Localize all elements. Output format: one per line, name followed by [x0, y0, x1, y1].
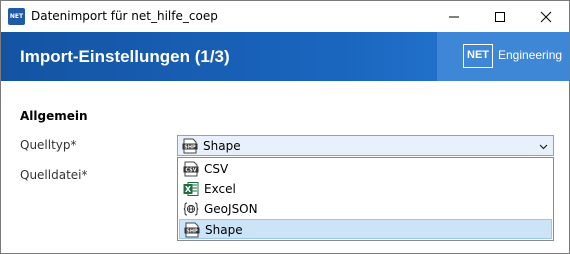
geojson-icon — [183, 202, 199, 216]
option-label: Shape — [205, 223, 243, 237]
title-bar[interactable]: NET Datenimport für net_hilfe_coep — [1, 1, 569, 32]
chevron-down-icon — [539, 144, 548, 150]
option-label: GeoJSON — [204, 202, 258, 216]
option-shape[interactable]: SHP Shape — [179, 219, 552, 239]
option-csv[interactable]: CSV CSV — [179, 159, 552, 179]
csv-file-icon: CSV — [183, 161, 199, 177]
window-title: Datenimport für net_hilfe_coep — [31, 9, 218, 23]
source-type-selected-value: Shape — [203, 139, 241, 153]
close-icon — [540, 11, 552, 23]
maximize-button[interactable] — [477, 1, 523, 32]
brand-logo-box: NET — [463, 44, 493, 68]
option-label: CSV — [204, 162, 229, 176]
minimize-button[interactable] — [431, 1, 477, 32]
svg-text:X: X — [185, 185, 192, 194]
option-label: Excel — [204, 182, 236, 196]
header-banner: Import-Einstellungen (1/3) NET Engineeri… — [1, 32, 569, 81]
svg-text:CSV: CSV — [185, 167, 196, 173]
app-logo-icon: NET — [8, 8, 25, 25]
option-excel[interactable]: X Excel — [179, 179, 552, 199]
import-dialog-window: NET Datenimport für net_hilfe_coep Impor… — [0, 0, 570, 254]
source-type-dropdown-list: CSV CSV X Excel GeoJSON SHP Shape — [177, 157, 554, 241]
excel-icon: X — [183, 182, 199, 196]
option-geojson[interactable]: GeoJSON — [179, 199, 552, 219]
svg-text:SHP: SHP — [184, 144, 196, 150]
svg-text:SHP: SHP — [186, 228, 198, 234]
minimize-icon — [449, 16, 459, 18]
close-button[interactable] — [523, 1, 569, 32]
source-file-label: Quelldatei* — [20, 168, 88, 182]
source-type-label: Quelltyp* — [20, 138, 77, 152]
section-title: Allgemein — [20, 109, 88, 123]
maximize-icon — [495, 12, 505, 22]
shape-file-icon: SHP — [182, 138, 198, 154]
source-type-combobox[interactable]: SHP Shape — [177, 135, 554, 156]
brand-logo: NET Engineering — [437, 32, 569, 81]
brand-logo-text: Engineering — [498, 48, 563, 62]
page-title: Import-Einstellungen (1/3) — [20, 47, 230, 66]
shape-file-icon: SHP — [184, 222, 200, 238]
